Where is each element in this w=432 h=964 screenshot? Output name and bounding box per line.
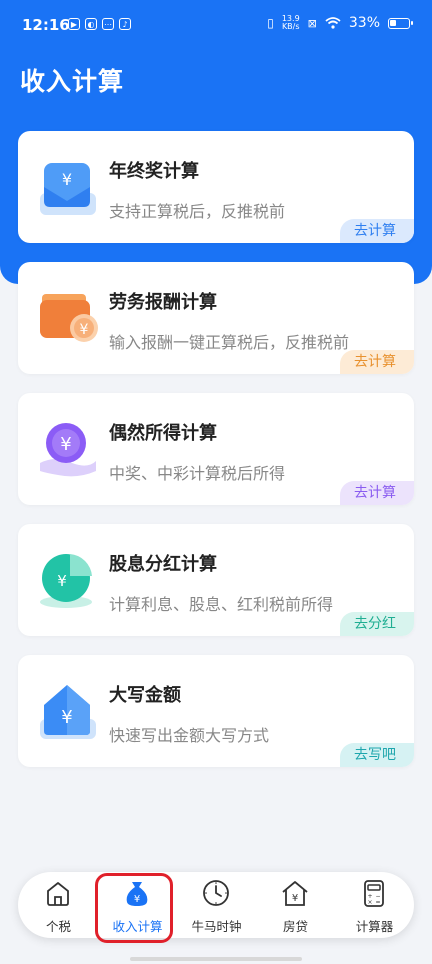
card-title: 大写金额 [109, 685, 181, 706]
tab-label: 房贷 [282, 919, 308, 934]
battery-icon [388, 17, 413, 29]
status-app-icons: ▶ ◐ ⋯ ♪ [68, 18, 131, 30]
tab-mortgage[interactable]: ¥ 房贷 [256, 872, 335, 938]
svg-text:×: × [367, 899, 372, 906]
home-indicator [130, 957, 302, 961]
card-subtitle: 中奖、中彩计算税后所得 [109, 464, 286, 483]
svg-text:¥: ¥ [61, 707, 72, 728]
card-subtitle: 支持正算税后，反推税前 [109, 202, 286, 221]
no-sim-icon: ⊠ [307, 16, 317, 30]
status-indicators: ▯ 13.9 KB/s ⊠ 33% [267, 14, 413, 31]
clock-icon [203, 880, 229, 906]
go-write-button[interactable]: 去写吧 [340, 743, 414, 767]
card-capital-amount[interactable]: ¥ 大写金额 快速写出金额大写方式 去写吧 [18, 655, 414, 767]
home-icon [47, 882, 69, 906]
card-year-end-bonus[interactable]: ¥ 年终奖计算 支持正算税后，反推税前 去计算 [18, 131, 414, 243]
status-time: 12:16 [22, 16, 70, 34]
svg-text:=: = [375, 899, 380, 906]
net-speed: 13.9 KB/s [281, 14, 300, 31]
card-subtitle: 计算利息、股息、红利税前所得 [109, 595, 334, 614]
wallet-yuan-icon: ¥ [40, 294, 98, 342]
svg-text:¥: ¥ [60, 434, 71, 455]
play-store-icon: ▶ [68, 18, 80, 30]
card-dividend[interactable]: ¥ 股息分红计算 计算利息、股息、红利税前所得 去分红 [18, 524, 414, 636]
message-icon: ⋯ [102, 18, 114, 30]
svg-text:¥: ¥ [57, 572, 67, 590]
go-calculate-button[interactable]: 去计算 [340, 219, 414, 243]
app-icon: ◐ [85, 18, 97, 30]
tab-work-clock[interactable]: 牛马时钟 [177, 872, 256, 938]
go-calculate-button[interactable]: 去计算 [340, 350, 414, 374]
tab-label: 个税 [45, 919, 71, 934]
tab-personal-tax[interactable]: 个税 [19, 872, 98, 938]
coin-hand-icon: ¥ [40, 423, 96, 477]
page-title: 收入计算 [20, 67, 125, 96]
vibrate-icon: ▯ [267, 16, 274, 30]
battery-percent: 33% [348, 15, 380, 31]
card-incidental-income[interactable]: ¥ 偶然所得计算 中奖、中彩计算税后所得 去计算 [18, 393, 414, 505]
bottom-tab-bar: 个税 ¥ 收入计算 牛马时钟 ¥ 房贷 + − × = 计算器 [18, 872, 414, 938]
go-calculate-button[interactable]: 去计算 [340, 481, 414, 505]
card-title: 偶然所得计算 [109, 423, 217, 444]
house-loan-icon: ¥ [282, 881, 308, 906]
card-labor-remuneration[interactable]: ¥ 劳务报酬计算 输入报酬一键正算税后，反推税前 去计算 [18, 262, 414, 374]
house-yuan-icon: ¥ [40, 685, 96, 739]
pie-chart-yuan-icon: ¥ [40, 554, 92, 608]
card-title: 年终奖计算 [109, 161, 199, 182]
card-title: 股息分红计算 [109, 554, 217, 575]
tiktok-icon: ♪ [119, 18, 131, 30]
go-dividend-button[interactable]: 去分红 [340, 612, 414, 636]
svg-text:¥: ¥ [292, 893, 298, 904]
tab-calculator[interactable]: + − × = 计算器 [335, 872, 414, 938]
highlight-annotation [95, 873, 173, 943]
card-subtitle: 输入报酬一键正算税后，反推税前 [109, 333, 350, 352]
wifi-icon [325, 17, 341, 29]
status-bar: 12:16 ▶ ◐ ⋯ ♪ ▯ 13.9 KB/s ⊠ 33% [0, 0, 432, 52]
tab-label: 计算器 [355, 919, 394, 934]
card-subtitle: 快速写出金额大写方式 [109, 726, 270, 745]
tab-label: 牛马时钟 [191, 919, 242, 934]
card-title: 劳务报酬计算 [109, 292, 217, 313]
svg-text:¥: ¥ [80, 322, 89, 338]
svg-text:¥: ¥ [62, 170, 72, 189]
calculator-icon: + − × = [364, 880, 384, 907]
envelope-yuan-icon: ¥ [40, 163, 96, 215]
